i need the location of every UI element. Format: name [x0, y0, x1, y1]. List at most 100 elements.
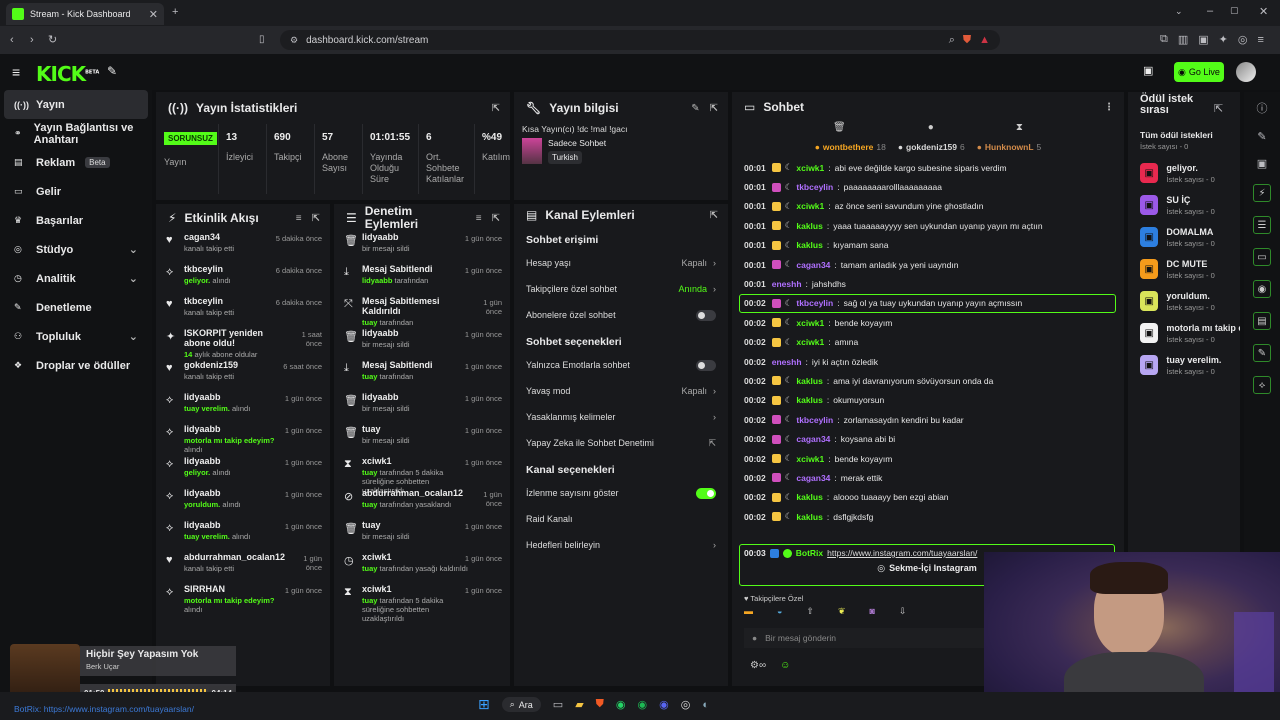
toggle-switch[interactable]	[696, 309, 716, 321]
message-username[interactable]: xciwk1	[796, 454, 824, 464]
info-icon[interactable]: ⓘ	[1257, 100, 1268, 116]
file-explorer-icon[interactable]: ▰	[575, 698, 583, 711]
sidebar-icon[interactable]: ▥	[1178, 33, 1188, 46]
activity-rail-icon[interactable]: ⚡︎	[1253, 184, 1271, 202]
message-username[interactable]: tkbceylin	[796, 182, 833, 192]
channel-option[interactable]: Yalnızca Emotlarla sohbet	[514, 352, 728, 378]
chat-message[interactable]: 00:02 ☾ kaklus: ama iyi davranıyorum sövüyo…	[732, 371, 1124, 390]
top-chatter[interactable]: ● wontbethere 18	[815, 142, 886, 152]
message-username[interactable]: xciwk1	[796, 163, 824, 173]
new-tab-icon[interactable]: +	[172, 6, 178, 18]
channel-option[interactable]: Yasaklanmış kelimeler ›	[514, 404, 728, 430]
popout-icon[interactable]: ⇱	[1214, 102, 1223, 115]
chevron-right-icon[interactable]: ›	[713, 540, 716, 550]
chat-message[interactable]: 00:02 ☾ kaklus: okumuyorsun	[732, 391, 1124, 410]
channel-option[interactable]: Hesap yaşı Kapalı ›	[514, 250, 728, 276]
close-window-icon[interactable]: ✕	[1259, 5, 1268, 18]
reward-item[interactable]: ▣ yoruldum. İstek sayısı - 0	[1128, 285, 1240, 317]
message-username[interactable]: kaklus	[796, 395, 822, 405]
moderation-row[interactable]: ⊘ abdurrahman_ocalan12 tuay tarafından yas…	[334, 488, 510, 520]
channel-option[interactable]: Yavaş mod Kapalı ›	[514, 378, 728, 404]
reward-item[interactable]: ▣ tuay verelim. İstek sayısı - 0	[1128, 349, 1240, 381]
chat-message[interactable]: 00:02 ☾ cagan34: koysana abi bi	[732, 429, 1124, 448]
moderation-row[interactable]: ⤓ Mesaj Sabitlendi lidyaabb tarafından 1 gü…	[334, 264, 510, 296]
avatar[interactable]	[1236, 62, 1256, 82]
popout-icon[interactable]: ⇱	[492, 213, 500, 224]
whatsapp-icon[interactable]: ◉	[616, 698, 626, 711]
obs-icon[interactable]: ◎	[681, 698, 691, 711]
leo-ai-icon[interactable]: ✦	[1219, 33, 1228, 46]
sidebar-item[interactable]: ◷ Analitik ⌄	[0, 264, 152, 293]
zoom-icon[interactable]: ⌕	[949, 34, 955, 47]
url-bar[interactable]: ⚙ dashboard.kick.com/stream ⌕ ⛊ ▲	[280, 30, 1000, 50]
chat-message[interactable]: 00:01 ☾ tkbceylin: paaaaaaaarolllaaaaaaaaa	[732, 177, 1124, 196]
chevron-down-icon[interactable]: ⌄	[129, 243, 138, 256]
sidebar-item[interactable]: ⚇ Topluluk ⌄	[0, 322, 152, 351]
chevron-right-icon[interactable]: ›	[713, 258, 716, 268]
tab-list-icon[interactable]: ⌄	[1175, 6, 1183, 17]
discord-icon[interactable]: ◉	[659, 698, 669, 711]
timeout-icon[interactable]: ⧗	[1016, 122, 1023, 136]
chat-message[interactable]: 00:02 ☾ xciwk1: bende koyayım	[732, 449, 1124, 468]
moderation-row[interactable]: 🗑︎ tuay bir mesajı sildi 1 gün önce	[334, 424, 510, 456]
top-chatter[interactable]: ● gokdeniz159 6	[898, 142, 965, 152]
message-username[interactable]: cagan34	[796, 473, 830, 483]
bot-link[interactable]: https://www.instagram.com/tuayaarslan/	[827, 548, 977, 558]
emote-1-icon[interactable]: ▬	[744, 606, 753, 617]
spotify-icon[interactable]: ◉	[638, 698, 648, 711]
message-username[interactable]: xciwk1	[796, 337, 824, 347]
emote-3-icon[interactable]: ⇧	[806, 606, 814, 617]
sidebar-item[interactable]: ◎ Stüdyo ⌄	[0, 235, 152, 264]
card-icon[interactable]: ▣	[1257, 157, 1267, 170]
activity-row[interactable]: ♥ cagan34 kanalı takip etti 5 dakika önce	[156, 232, 330, 264]
chat-message[interactable]: 00:02 ☾ kaklus: aloooo tuaaayy ben ezgi abi…	[732, 488, 1124, 507]
message-username[interactable]: xciwk1	[796, 201, 824, 211]
emoji-icon[interactable]: ☺	[780, 660, 790, 671]
message-username[interactable]: eneshh	[772, 279, 802, 289]
brave-rewards-icon[interactable]: ▲	[979, 34, 990, 46]
top-chatter[interactable]: ● HunknownL 5	[977, 142, 1042, 152]
channel-option[interactable]: Abonelere özel sohbet	[514, 302, 728, 328]
back-icon[interactable]: ‹	[10, 34, 14, 46]
extensions-icon[interactable]: ⧉	[1160, 33, 1168, 46]
emote-icon[interactable]: ●	[928, 122, 934, 136]
activity-row[interactable]: ⟡ lidyaabb tuay verelim. alındı 1 gün önce	[156, 392, 330, 424]
chevron-down-icon[interactable]: ⌄	[129, 272, 138, 285]
activity-row[interactable]: ⟡ tkbceylin geliyor. alındı 6 dakika önce	[156, 264, 330, 296]
message-username[interactable]: kaklus	[796, 240, 822, 250]
message-username[interactable]: xciwk1	[796, 318, 824, 328]
reward-item[interactable]: ▣ DOMALMA İstek sayısı - 0	[1128, 221, 1240, 253]
toggle-switch[interactable]	[696, 487, 716, 499]
close-tab-icon[interactable]: ✕	[149, 8, 158, 21]
tools-rail-icon[interactable]: ✎	[1253, 344, 1271, 362]
emote-5-icon[interactable]: ◙	[870, 606, 875, 617]
moderation-row[interactable]: ⤓ Mesaj Sabitlendi tuay tarafından 1 gün ön…	[334, 360, 510, 392]
message-username[interactable]: kaklus	[796, 492, 822, 502]
chat-rail-icon[interactable]: ▭	[1253, 248, 1271, 266]
message-username[interactable]: kaklus	[796, 376, 822, 386]
reward-item[interactable]: ▣ geliyor. İstek sayısı - 0	[1128, 157, 1240, 189]
moderation-row[interactable]: 🗑︎ tuay bir mesajı sildi 1 gün önce	[334, 520, 510, 552]
settings-icon[interactable]: ⚙∞	[750, 660, 766, 671]
activity-row[interactable]: ✦ ISKORPIT yeniden abone oldu! 14 aylık ab…	[156, 328, 330, 360]
channel-rail-icon[interactable]: ▤	[1253, 312, 1271, 330]
maximize-icon[interactable]: ▢	[1230, 5, 1239, 16]
message-username[interactable]: tkbceylin	[796, 415, 833, 425]
emote-6-icon[interactable]: ⇩	[899, 606, 907, 617]
moderation-rail-icon[interactable]: ☰	[1253, 216, 1271, 234]
sidebar-item[interactable]: ✎ Denetleme	[0, 293, 152, 322]
chat-message[interactable]: 00:02 ☾ tkbceylin: zorlamasaydın kendini bu…	[732, 410, 1124, 429]
hamburger-menu-icon[interactable]: ≡	[12, 64, 20, 80]
external-link-icon[interactable]: ⇱	[708, 438, 716, 449]
emote-4-icon[interactable]: ❦	[838, 606, 846, 617]
message-username[interactable]: eneshh	[772, 357, 802, 367]
stats-rail-icon[interactable]: ◉	[1253, 280, 1271, 298]
bot-username[interactable]: BotRix	[796, 548, 823, 558]
activity-row[interactable]: ⟡ SIRRHAN motorla mı takip edeyim? alındı 1…	[156, 584, 330, 616]
channel-option[interactable]: Raid Kanalı	[514, 506, 728, 532]
activity-row[interactable]: ♥ abdurrahman_ocalan12 kanalı takip etti 1 …	[156, 552, 330, 584]
vpn-icon[interactable]: ◎	[1238, 33, 1248, 46]
more-icon[interactable]: ⋮	[1104, 102, 1114, 113]
chat-message[interactable]: 00:02 ☾ kaklus: dsflgjkdsfg	[732, 507, 1124, 526]
chat-message[interactable]: 00:02 eneshh: iyi ki açtın özledik	[732, 352, 1124, 371]
